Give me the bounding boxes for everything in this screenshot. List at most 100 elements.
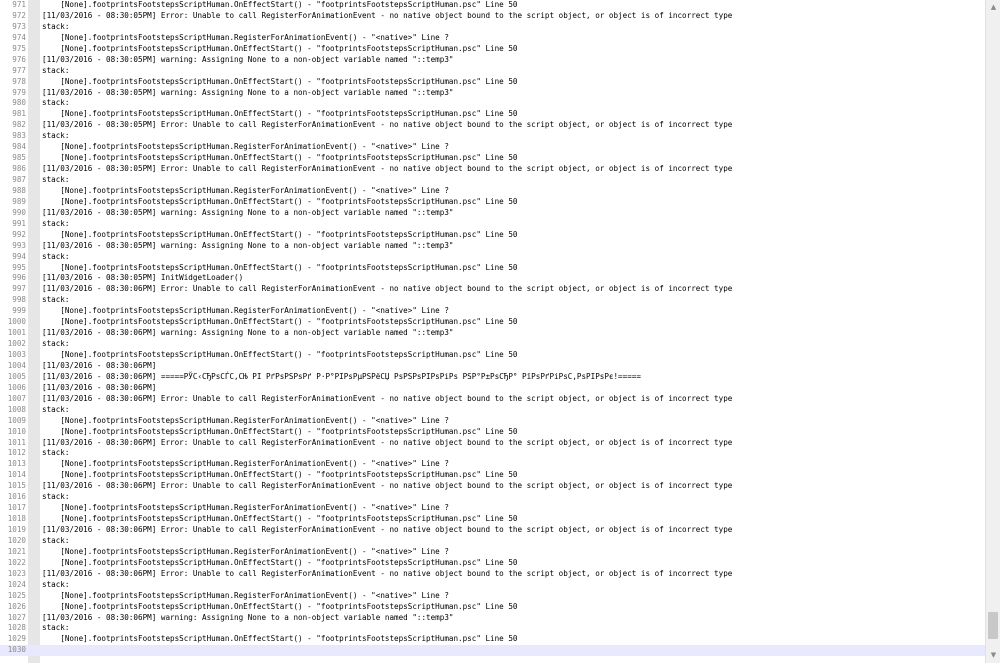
code-line[interactable]: 973 stack: bbox=[0, 22, 985, 33]
line-text[interactable]: [None].footprintsFootstepsScriptHuman.On… bbox=[42, 317, 517, 328]
line-text[interactable]: [None].footprintsFootstepsScriptHuman.On… bbox=[42, 44, 517, 55]
code-line[interactable]: 1021 [None].footprintsFootstepsScriptHum… bbox=[0, 547, 985, 558]
line-text[interactable]: stack: bbox=[42, 98, 69, 109]
line-text[interactable]: stack: bbox=[42, 131, 69, 142]
line-text[interactable]: [11/03/2016 - 08:30:06PM] Error: Unable … bbox=[42, 569, 732, 580]
code-line[interactable]: 1001 [11/03/2016 - 08:30:06PM] warning: A… bbox=[0, 328, 985, 339]
line-text[interactable]: [11/03/2016 - 08:30:06PM] warning: Assig… bbox=[42, 328, 453, 339]
editor-lines[interactable]: 971 [None].footprintsFootstepsScriptHuma… bbox=[0, 0, 985, 657]
line-text[interactable]: [None].footprintsFootstepsScriptHuman.On… bbox=[42, 230, 517, 241]
line-text[interactable]: [None].footprintsFootstepsScriptHuman.On… bbox=[42, 634, 517, 645]
line-text[interactable]: [None].footprintsFootstepsScriptHuman.Re… bbox=[42, 416, 449, 427]
line-text[interactable]: [None].footprintsFootstepsScriptHuman.On… bbox=[42, 109, 517, 120]
code-line[interactable]: 972 [11/03/2016 - 08:30:05PM] Error: Unab… bbox=[0, 11, 985, 22]
code-line[interactable]: 1016 stack: bbox=[0, 492, 985, 503]
code-line[interactable]: 974 [None].footprintsFootstepsScriptHuma… bbox=[0, 33, 985, 44]
line-text[interactable]: [None].footprintsFootstepsScriptHuman.On… bbox=[42, 514, 517, 525]
line-text[interactable]: [None].footprintsFootstepsScriptHuman.On… bbox=[42, 197, 517, 208]
code-line[interactable]: 1002 stack: bbox=[0, 339, 985, 350]
line-text[interactable]: [None].footprintsFootstepsScriptHuman.On… bbox=[42, 558, 517, 569]
line-text[interactable]: stack: bbox=[42, 492, 69, 503]
line-text[interactable]: stack: bbox=[42, 448, 69, 459]
scroll-down-arrow-icon[interactable]: ▼ bbox=[986, 648, 1000, 663]
code-line[interactable]: 1022 [None].footprintsFootstepsScriptHum… bbox=[0, 558, 985, 569]
code-line[interactable]: 993 [11/03/2016 - 08:30:05PM] warning: As… bbox=[0, 241, 985, 252]
code-line[interactable]: 1024 stack: bbox=[0, 580, 985, 591]
code-line[interactable]: 983 stack: bbox=[0, 131, 985, 142]
line-text[interactable]: [None].footprintsFootstepsScriptHuman.On… bbox=[42, 350, 517, 361]
code-line[interactable]: 998 stack: bbox=[0, 295, 985, 306]
code-line[interactable]: 1012 stack: bbox=[0, 448, 985, 459]
line-text[interactable]: [11/03/2016 - 08:30:06PM] Error: Unable … bbox=[42, 284, 732, 295]
text-editor[interactable]: 971 [None].footprintsFootstepsScriptHuma… bbox=[0, 0, 985, 663]
line-text[interactable]: stack: bbox=[42, 219, 69, 230]
scrollbar-thumb[interactable] bbox=[988, 612, 998, 639]
line-text[interactable]: [11/03/2016 - 08:30:06PM] Error: Unable … bbox=[42, 438, 732, 449]
line-text[interactable]: [None].footprintsFootstepsScriptHuman.On… bbox=[42, 0, 517, 11]
line-text[interactable]: [None].footprintsFootstepsScriptHuman.Re… bbox=[42, 547, 449, 558]
code-line[interactable]: 981 [None].footprintsFootstepsScriptHuma… bbox=[0, 109, 985, 120]
code-line[interactable]: 1011 [11/03/2016 - 08:30:06PM] Error: Una… bbox=[0, 438, 985, 449]
line-text[interactable]: stack: bbox=[42, 252, 69, 263]
code-line[interactable]: 979 [11/03/2016 - 08:30:05PM] warning: As… bbox=[0, 88, 985, 99]
code-line[interactable]: 1010 [None].footprintsFootstepsScriptHum… bbox=[0, 427, 985, 438]
line-text[interactable]: stack: bbox=[42, 175, 69, 186]
code-line[interactable]: 988 [None].footprintsFootstepsScriptHuma… bbox=[0, 186, 985, 197]
line-text[interactable]: [11/03/2016 - 08:30:06PM] bbox=[42, 383, 156, 394]
code-line[interactable]: 980 stack: bbox=[0, 98, 985, 109]
line-text[interactable]: [None].footprintsFootstepsScriptHuman.Re… bbox=[42, 142, 449, 153]
line-text[interactable]: [11/03/2016 - 08:30:05PM] warning: Assig… bbox=[42, 55, 453, 66]
vertical-scrollbar[interactable]: ▲ ▼ bbox=[985, 0, 1000, 663]
code-line[interactable]: 995 [None].footprintsFootstepsScriptHuma… bbox=[0, 263, 985, 274]
code-line[interactable]: 1029 [None].footprintsFootstepsScriptHum… bbox=[0, 634, 985, 645]
line-text[interactable]: [None].footprintsFootstepsScriptHuman.Re… bbox=[42, 503, 449, 514]
scroll-up-arrow-icon[interactable]: ▲ bbox=[986, 0, 1000, 15]
code-line[interactable]: 1015 [11/03/2016 - 08:30:06PM] Error: Una… bbox=[0, 481, 985, 492]
line-text[interactable]: [11/03/2016 - 08:30:05PM] Error: Unable … bbox=[42, 11, 732, 22]
line-text[interactable]: [11/03/2016 - 08:30:05PM] warning: Assig… bbox=[42, 88, 453, 99]
code-line[interactable]: 1009 [None].footprintsFootstepsScriptHum… bbox=[0, 416, 985, 427]
code-line[interactable]: 1023 [11/03/2016 - 08:30:06PM] Error: Una… bbox=[0, 569, 985, 580]
line-text[interactable]: [11/03/2016 - 08:30:06PM] Error: Unable … bbox=[42, 394, 732, 405]
code-line[interactable]: 1025 [None].footprintsFootstepsScriptHum… bbox=[0, 591, 985, 602]
code-line[interactable]: 999 [None].footprintsFootstepsScriptHuma… bbox=[0, 306, 985, 317]
line-text[interactable]: [None].footprintsFootstepsScriptHuman.On… bbox=[42, 153, 517, 164]
code-line[interactable]: 1006 [11/03/2016 - 08:30:06PM] bbox=[0, 383, 985, 394]
line-text[interactable]: [None].footprintsFootstepsScriptHuman.Re… bbox=[42, 33, 449, 44]
line-text[interactable]: [None].footprintsFootstepsScriptHuman.On… bbox=[42, 602, 517, 613]
code-line[interactable]: 1027 [11/03/2016 - 08:30:06PM] warning: A… bbox=[0, 613, 985, 624]
code-line[interactable]: 1004 [11/03/2016 - 08:30:06PM] bbox=[0, 361, 985, 372]
code-line[interactable]: 1017 [None].footprintsFootstepsScriptHum… bbox=[0, 503, 985, 514]
line-text[interactable]: stack: bbox=[42, 339, 69, 350]
line-text[interactable]: [11/03/2016 - 08:30:06PM] =====РЎС‹СЂРѕС… bbox=[42, 372, 641, 383]
line-text[interactable]: [None].footprintsFootstepsScriptHuman.On… bbox=[42, 427, 517, 438]
code-line[interactable]: 977 stack: bbox=[0, 66, 985, 77]
code-line[interactable]: 975 [None].footprintsFootstepsScriptHuma… bbox=[0, 44, 985, 55]
code-line[interactable]: 1005 [11/03/2016 - 08:30:06PM] =====РЎС‹С… bbox=[0, 372, 985, 383]
code-line[interactable]: 1008 stack: bbox=[0, 405, 985, 416]
line-text[interactable]: stack: bbox=[42, 66, 69, 77]
line-text[interactable]: [None].footprintsFootstepsScriptHuman.On… bbox=[42, 77, 517, 88]
code-line[interactable]: 987 stack: bbox=[0, 175, 985, 186]
line-text[interactable]: [None].footprintsFootstepsScriptHuman.On… bbox=[42, 470, 517, 481]
code-line[interactable]: 986 [11/03/2016 - 08:30:05PM] Error: Unab… bbox=[0, 164, 985, 175]
code-line[interactable]: 976 [11/03/2016 - 08:30:05PM] warning: As… bbox=[0, 55, 985, 66]
line-text[interactable]: stack: bbox=[42, 536, 69, 547]
line-text[interactable]: stack: bbox=[42, 22, 69, 33]
line-text[interactable]: [11/03/2016 - 08:30:06PM] Error: Unable … bbox=[42, 525, 732, 536]
line-text[interactable]: [11/03/2016 - 08:30:05PM] InitWidgetLoad… bbox=[42, 273, 243, 284]
code-line[interactable]: 1018 [None].footprintsFootstepsScriptHum… bbox=[0, 514, 985, 525]
code-line[interactable]: 1019 [11/03/2016 - 08:30:06PM] Error: Una… bbox=[0, 525, 985, 536]
code-line[interactable]: 990 [11/03/2016 - 08:30:05PM] warning: As… bbox=[0, 208, 985, 219]
code-line[interactable]: 1013 [None].footprintsFootstepsScriptHum… bbox=[0, 459, 985, 470]
code-line[interactable]: 989 [None].footprintsFootstepsScriptHuma… bbox=[0, 197, 985, 208]
line-text[interactable]: [None].footprintsFootstepsScriptHuman.Re… bbox=[42, 459, 449, 470]
code-line[interactable]: 984 [None].footprintsFootstepsScriptHuma… bbox=[0, 142, 985, 153]
code-line[interactable]: 1000 [None].footprintsFootstepsScriptHum… bbox=[0, 317, 985, 328]
code-line[interactable]: 1026 [None].footprintsFootstepsScriptHum… bbox=[0, 602, 985, 613]
code-line[interactable]: 982 [11/03/2016 - 08:30:05PM] Error: Unab… bbox=[0, 120, 985, 131]
line-text[interactable]: stack: bbox=[42, 580, 69, 591]
code-line[interactable]: 994 stack: bbox=[0, 252, 985, 263]
line-text[interactable]: [11/03/2016 - 08:30:06PM] bbox=[42, 361, 156, 372]
line-text[interactable]: [None].footprintsFootstepsScriptHuman.Re… bbox=[42, 186, 449, 197]
